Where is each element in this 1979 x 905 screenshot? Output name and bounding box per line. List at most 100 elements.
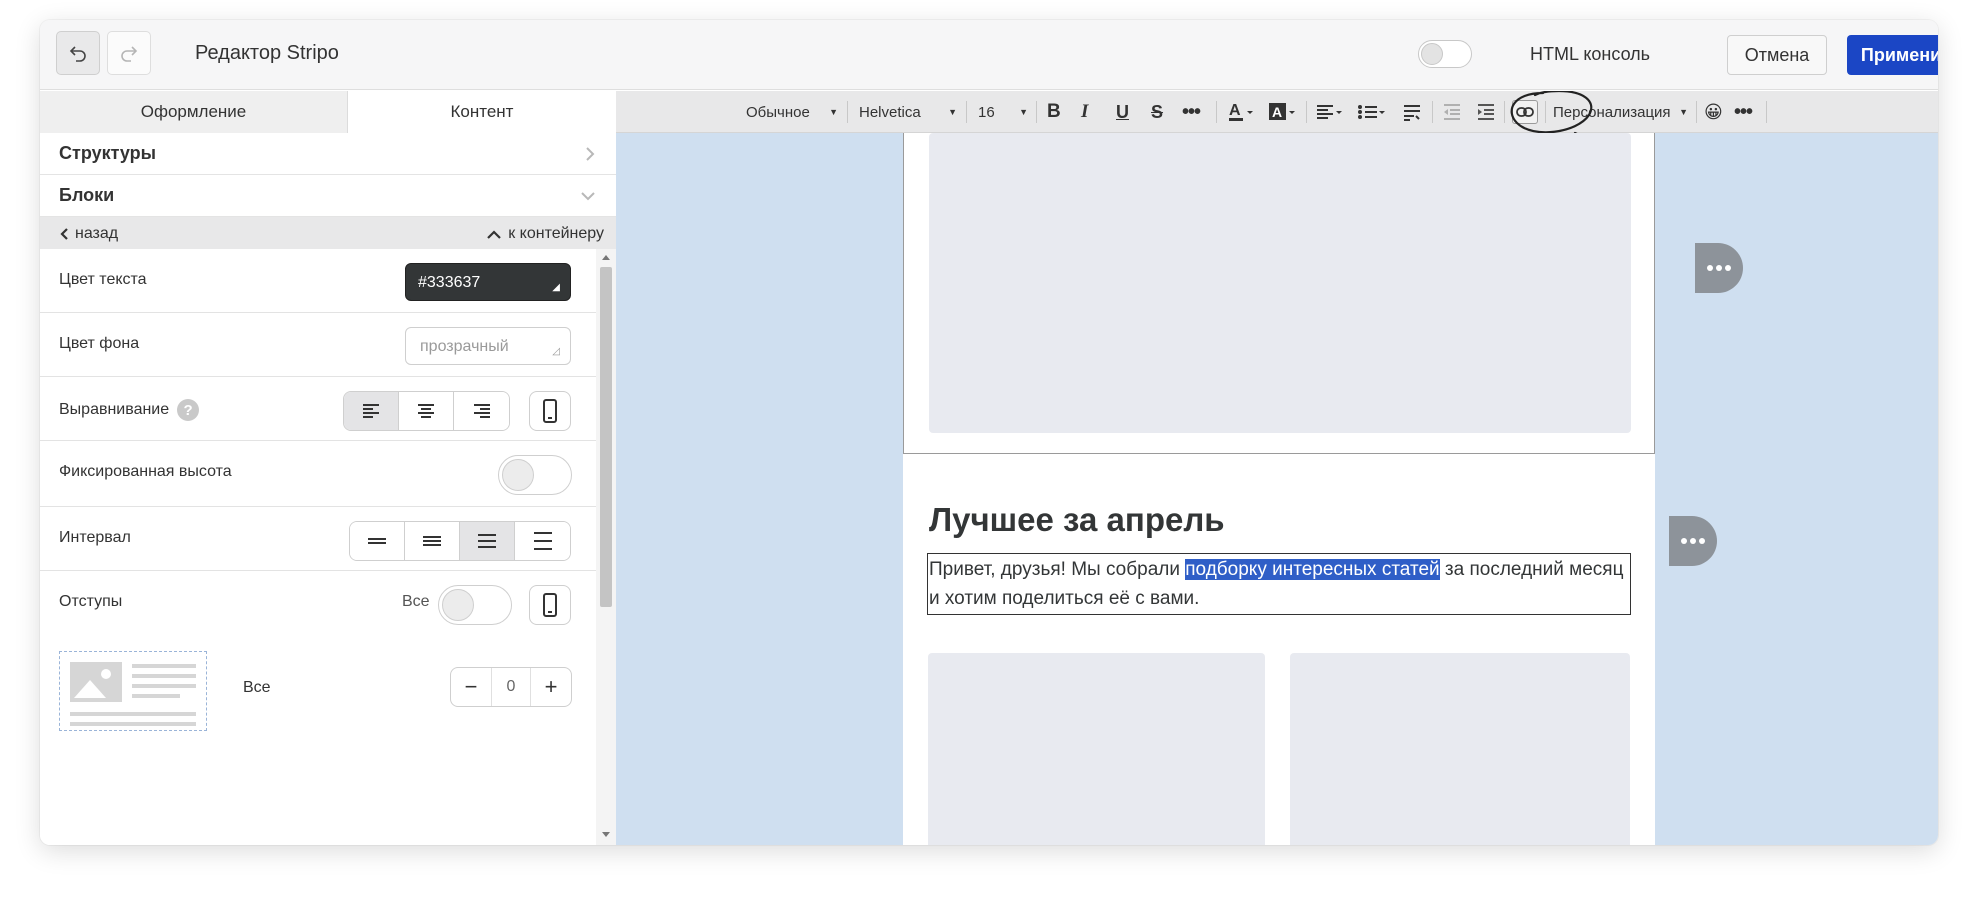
scrollbar-thumb[interactable]	[600, 267, 612, 607]
toolbar-divider	[1432, 101, 1433, 123]
image-placeholder-left[interactable]	[928, 653, 1265, 845]
apply-button[interactable]: Применить	[1847, 35, 1938, 75]
font-size-select[interactable]: 16 ▼	[978, 91, 1028, 133]
redo-button[interactable]	[107, 31, 151, 75]
align-left-button[interactable]	[344, 392, 399, 430]
bold-button[interactable]: B	[1047, 91, 1061, 133]
emoji-button[interactable]: 😀	[1704, 91, 1723, 133]
padding-row: Отступы Все Все − 0 +	[40, 571, 596, 845]
format-block-button[interactable]	[1402, 91, 1422, 133]
bg-color-button[interactable]: A	[1268, 91, 1298, 133]
section-blocks[interactable]: Блоки	[40, 175, 616, 217]
interval-4-button[interactable]	[515, 522, 570, 560]
section-structures[interactable]: Структуры	[40, 133, 616, 175]
nav-bar: назад к контейнеру	[40, 217, 616, 249]
line-spacing-tight-icon	[368, 538, 386, 544]
italic-icon: I	[1081, 101, 1089, 122]
interval-2-button[interactable]	[405, 522, 460, 560]
bulleted-list-icon	[1358, 105, 1385, 119]
text-color-label: Цвет текста	[59, 271, 147, 288]
align-center-button[interactable]	[399, 392, 454, 430]
panel-scrollbar[interactable]	[596, 249, 616, 845]
panel-tabs: Оформление Контент	[40, 91, 616, 133]
picker-corner-icon: ◿	[552, 346, 560, 357]
toolbar-divider	[1036, 101, 1037, 123]
toolbar-divider	[1696, 101, 1697, 123]
toolbar-divider	[1306, 101, 1307, 123]
image-block-selected[interactable]	[903, 133, 1655, 454]
more-tools-button[interactable]: •••	[1734, 91, 1753, 133]
more-format-button[interactable]: •••	[1182, 91, 1201, 133]
chevron-down-icon	[581, 192, 595, 201]
section-structures-label: Структуры	[59, 143, 156, 163]
increment-button[interactable]: +	[531, 668, 571, 706]
mobile-toggle-button[interactable]	[529, 391, 571, 431]
text-color-button[interactable]: A	[1227, 91, 1257, 133]
bold-icon: B	[1047, 101, 1061, 122]
image-placeholder[interactable]	[929, 133, 1631, 433]
email-paragraph[interactable]: Привет, друзья! Мы собрали подборку инте…	[927, 553, 1631, 615]
outdent-icon	[1444, 104, 1460, 120]
padding-all-switch[interactable]	[438, 585, 512, 625]
list-menu-button[interactable]	[1357, 91, 1387, 133]
interval-3-button[interactable]	[460, 522, 515, 560]
alignment-row: Выравнивание ?	[40, 377, 596, 441]
undo-button[interactable]	[56, 31, 100, 75]
editor-window: Редактор Stripo HTML консоль Отмена Прим…	[40, 20, 1938, 845]
bg-color-label: Цвет фона	[59, 335, 140, 352]
app-title: Редактор Stripo	[195, 42, 339, 64]
bg-color-row: Цвет фона прозрачный ◿	[40, 313, 596, 377]
undo-icon	[69, 46, 86, 62]
dot-icon	[1690, 538, 1696, 544]
caret-down-icon: ▼	[1019, 107, 1028, 117]
email-heading[interactable]: Лучшее за апрель	[929, 501, 1225, 539]
toolbar-divider	[847, 101, 848, 123]
chevron-up-icon	[487, 230, 501, 239]
align-left-icon	[363, 404, 379, 418]
to-container-link[interactable]: к контейнеру	[486, 225, 604, 243]
italic-button[interactable]: I	[1081, 91, 1088, 133]
image-placeholder-right[interactable]	[1290, 653, 1630, 845]
scroll-up-icon	[602, 255, 610, 260]
back-link[interactable]: назад	[59, 225, 118, 243]
paragraph-style-select[interactable]: Обычное ▼	[746, 91, 838, 133]
align-center-icon	[418, 404, 434, 418]
to-container-label: к контейнеру	[508, 225, 604, 242]
caret-down-icon: ▼	[829, 107, 838, 117]
tab-content[interactable]: Контент	[348, 91, 616, 133]
email-body[interactable]: Лучшее за апрель Привет, друзья! Мы собр…	[903, 133, 1655, 845]
decrement-button[interactable]: −	[451, 668, 491, 706]
padding-stepper-wrap: − 0 +	[40, 667, 596, 709]
align-right-button[interactable]	[454, 392, 509, 430]
mobile-padding-button[interactable]	[529, 585, 571, 625]
outdent-button[interactable]	[1442, 91, 1462, 133]
paragraph-actions-button[interactable]	[1669, 516, 1717, 566]
block-actions-button[interactable]	[1695, 243, 1743, 293]
picker-corner-icon: ◢	[552, 282, 560, 293]
cancel-button[interactable]: Отмена	[1727, 35, 1827, 75]
align-menu-button[interactable]	[1316, 91, 1344, 133]
padding-value[interactable]: 0	[491, 668, 531, 706]
paragraph-text-start: Привет, друзья! Мы собрали	[929, 559, 1186, 580]
html-console-toggle[interactable]	[1418, 40, 1472, 68]
fixed-height-switch[interactable]	[498, 455, 572, 495]
tab-design[interactable]: Оформление	[40, 91, 348, 133]
help-icon[interactable]: ?	[177, 399, 200, 421]
toggle-knob	[1421, 43, 1443, 65]
html-console-label: HTML консоль	[1530, 44, 1651, 64]
scroll-down-icon	[602, 832, 610, 837]
font-family-select[interactable]: Helvetica ▼	[859, 91, 957, 133]
mobile-icon	[543, 399, 557, 423]
alignment-segmented	[343, 391, 510, 431]
bg-color-picker[interactable]: прозрачный ◿	[405, 327, 571, 365]
fixed-height-label: Фиксированная высота	[59, 463, 232, 480]
text-color-picker[interactable]: #333637 ◢	[405, 263, 571, 301]
section-blocks-label: Блоки	[59, 185, 115, 205]
underline-button[interactable]: U	[1116, 91, 1129, 133]
interval-segmented	[349, 521, 571, 561]
strikethrough-button[interactable]: S	[1151, 91, 1163, 133]
interval-1-button[interactable]	[350, 522, 405, 560]
strikethrough-icon: S	[1151, 101, 1164, 122]
emoji-icon: 😀	[1704, 101, 1723, 122]
email-canvas: Обычное ▼ Helvetica ▼ 16 ▼ B I U S ••• A	[616, 91, 1938, 845]
